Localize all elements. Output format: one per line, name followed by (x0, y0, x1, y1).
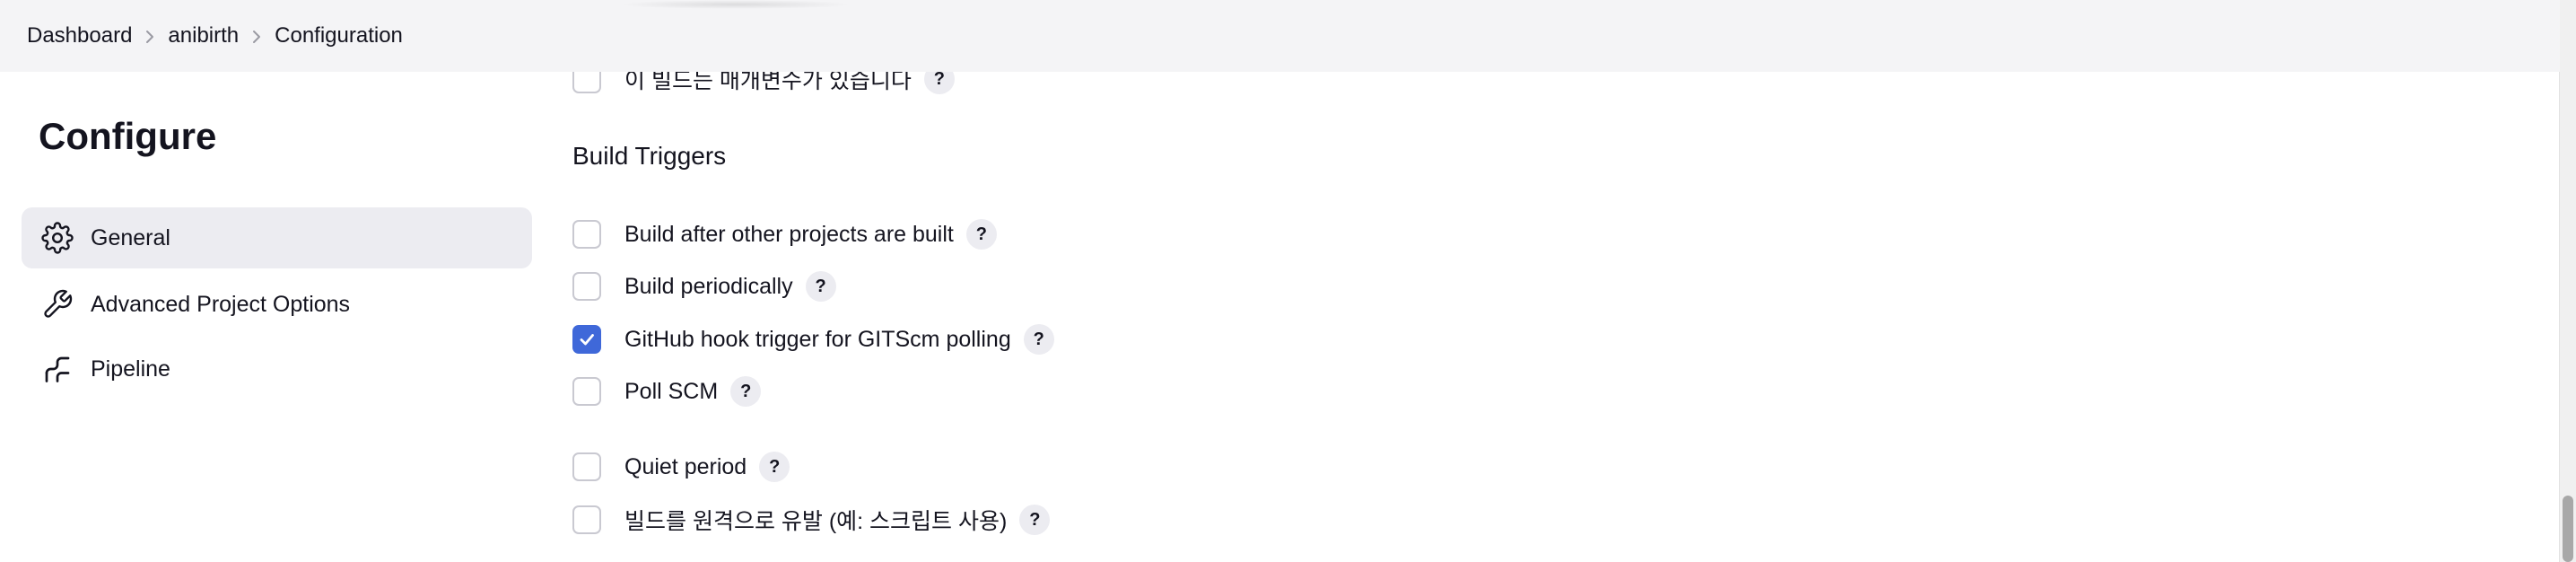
build-periodically-checkbox[interactable] (572, 272, 601, 301)
option-row-github-hook: GitHub hook trigger for GITScm polling ? (572, 321, 1054, 357)
help-icon[interactable]: ? (759, 452, 790, 482)
breadcrumb-project[interactable]: anibirth (168, 23, 239, 48)
option-row-quiet-period: Quiet period ? (572, 449, 790, 485)
option-label: Build periodically (624, 273, 793, 299)
help-icon[interactable]: ? (965, 219, 997, 250)
page: Dashboard anibirth Configuration Configu… (0, 0, 2576, 562)
gear-icon (39, 220, 75, 256)
scrollbar-thumb[interactable] (2563, 496, 2573, 562)
sidebar-item-label: Advanced Project Options (91, 291, 351, 317)
scroll-shadow (619, 0, 852, 9)
pipeline-icon (39, 351, 75, 387)
breadcrumb-configuration[interactable]: Configuration (275, 23, 403, 48)
sidebar-item-advanced-project-options[interactable]: Advanced Project Options (22, 274, 532, 335)
breadcrumb-bar: Dashboard anibirth Configuration (0, 0, 2560, 72)
option-row-build-periodically: Build periodically ? (572, 268, 836, 304)
option-label: Build after other projects are built (624, 221, 954, 247)
help-icon[interactable]: ? (1023, 324, 1054, 355)
github-hook-checkbox[interactable] (572, 325, 601, 354)
help-icon[interactable]: ? (1019, 505, 1051, 535)
option-label: Quiet period (624, 453, 747, 479)
wrench-icon (39, 286, 75, 322)
option-label: Poll SCM (624, 378, 719, 404)
option-label: GitHub hook trigger for GITScm polling (624, 326, 1011, 352)
breadcrumb: Dashboard anibirth Configuration (27, 22, 403, 50)
sidebar-item-pipeline[interactable]: Pipeline (22, 338, 532, 400)
help-icon[interactable]: ? (730, 376, 762, 407)
checkmark-icon (580, 334, 594, 346)
chevron-right-icon (239, 23, 275, 48)
quiet-period-checkbox[interactable] (572, 452, 601, 481)
option-row-remote-trigger: 빌드를 원격으로 유발 (예: 스크립트 사용) ? (572, 502, 1051, 538)
vertical-scrollbar[interactable] (2559, 0, 2576, 562)
sidebar-item-general[interactable]: General (22, 207, 532, 268)
option-row-build-after-other: Build after other projects are built ? (572, 216, 997, 252)
option-row-poll-scm: Poll SCM ? (572, 373, 762, 409)
sidebar-title: Configure (39, 115, 217, 157)
breadcrumb-dashboard[interactable]: Dashboard (27, 23, 132, 48)
poll-scm-checkbox[interactable] (572, 377, 601, 406)
chevron-right-icon (132, 23, 168, 48)
build-after-other-checkbox[interactable] (572, 220, 601, 249)
build-triggers-title: Build Triggers (572, 142, 727, 170)
sidebar-item-label: Pipeline (91, 356, 170, 382)
help-icon[interactable]: ? (805, 271, 836, 302)
sidebar-item-label: General (91, 224, 170, 250)
option-label: 빌드를 원격으로 유발 (예: 스크립트 사용) (624, 509, 1008, 534)
remote-trigger-checkbox[interactable] (572, 505, 601, 534)
